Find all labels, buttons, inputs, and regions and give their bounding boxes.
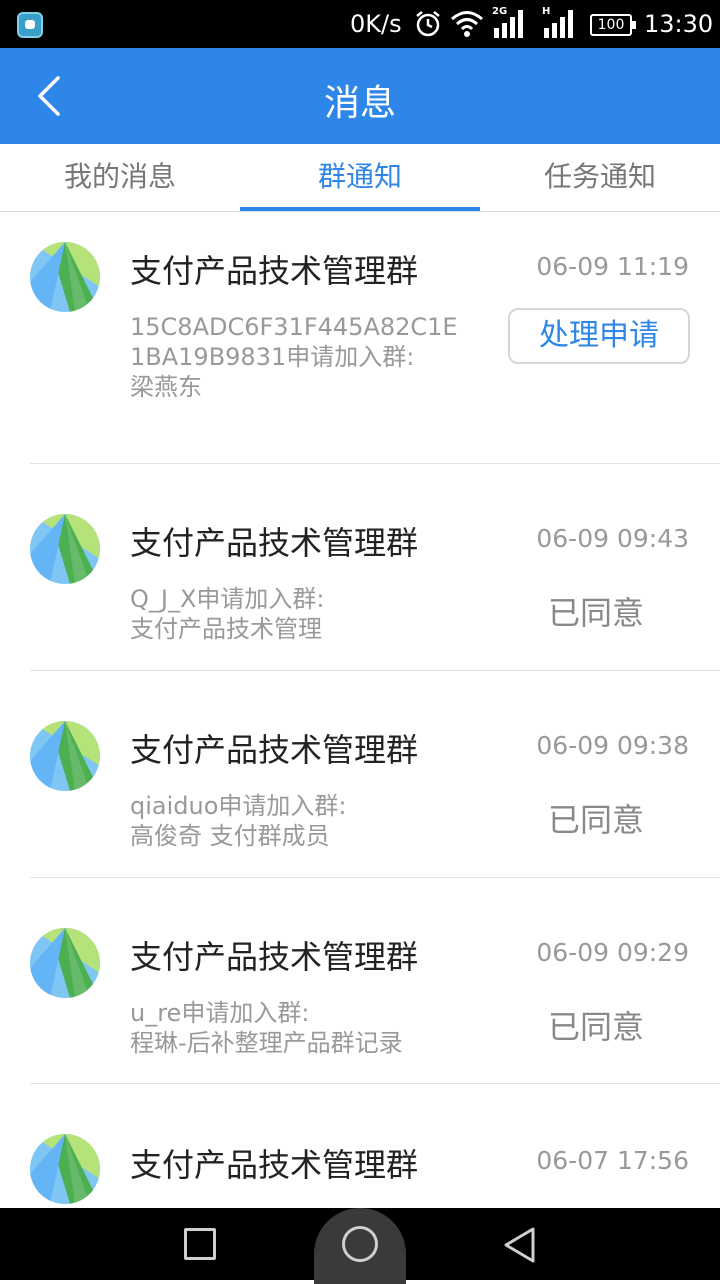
list-item[interactable]: 支付产品技术管理群 06-09 09:38 qiaiduo申请加入群: 高俊奇 …: [0, 671, 720, 878]
page-title: 消息: [323, 83, 396, 124]
notification-desc: qiaiduo申请加入群: 高俊奇 支付群成员: [130, 791, 470, 851]
desc-line-1: Q_J_X申请加入群:: [130, 585, 325, 613]
title-bar: 消息: [0, 48, 720, 144]
notification-desc: 15C8ADC6F31F445A82C1E1BA19B9831申请加入群: 梁燕…: [130, 312, 470, 402]
circle-icon[interactable]: [342, 1226, 378, 1262]
list-item[interactable]: 支付产品技术管理群 06-09 09:43 Q_J_X申请加入群: 支付产品技术…: [0, 464, 720, 671]
battery-icon: 100: [590, 14, 636, 36]
status-bar: 0K/s 2G H 100 13:30: [0, 0, 720, 48]
desc-line-1: qiaiduo申请加入群:: [130, 792, 347, 820]
tab-bar: 我的消息 群通知 任务通知: [0, 144, 720, 212]
clock: 13:30: [644, 10, 714, 38]
signal-icon-2: [544, 10, 573, 38]
tab-task-notices[interactable]: 任务通知: [480, 144, 720, 212]
group-avatar: [30, 928, 100, 998]
notification-list: 支付产品技术管理群 06-09 11:19 15C8ADC6F31F445A82…: [0, 212, 720, 1208]
group-avatar: [30, 721, 100, 791]
group-name: 支付产品技术管理群: [130, 731, 419, 769]
notification-time: 06-09 09:38: [536, 731, 689, 760]
system-nav-bar: [0, 1208, 720, 1284]
list-item[interactable]: 支付产品技术管理群 06-09 11:19 15C8ADC6F31F445A82…: [0, 212, 720, 464]
desc-line-1: 15C8ADC6F31F445A82C1E1BA19B9831申请加入群:: [130, 313, 458, 371]
notification-desc: Q_J_X申请加入群: 支付产品技术管理: [130, 584, 470, 644]
net-speed: 0K/s: [350, 10, 402, 38]
tab-my-messages[interactable]: 我的消息: [0, 144, 240, 212]
list-item[interactable]: 支付产品技术管理群 06-07 17:56: [0, 1084, 720, 1208]
status-approved: 已同意: [548, 801, 645, 839]
group-avatar: [30, 1134, 100, 1204]
group-avatar: [30, 242, 100, 312]
tab-group-notices[interactable]: 群通知: [240, 144, 480, 212]
group-name: 支付产品技术管理群: [130, 938, 419, 976]
notification-time: 06-09 11:19: [536, 252, 689, 281]
desc-line-1: u_re申请加入群:: [130, 999, 310, 1027]
notification-desc: u_re申请加入群: 程琳-后补整理产品群记录: [130, 998, 470, 1058]
process-request-button[interactable]: 处理申请: [508, 308, 690, 364]
group-name: 支付产品技术管理群: [130, 524, 419, 562]
status-approved: 已同意: [548, 594, 645, 632]
notification-time: 06-07 17:56: [536, 1146, 689, 1175]
group-name: 支付产品技术管理群: [130, 252, 419, 290]
list-item[interactable]: 支付产品技术管理群 06-09 09:29 u_re申请加入群: 程琳-后补整理…: [0, 878, 720, 1084]
group-name: 支付产品技术管理群: [130, 1146, 419, 1184]
square-icon[interactable]: [184, 1228, 216, 1260]
triangle-back-icon[interactable]: [502, 1226, 538, 1264]
group-avatar: [30, 514, 100, 584]
wifi-icon: [451, 11, 483, 37]
desc-line-2: 程琳-后补整理产品群记录: [130, 1029, 403, 1057]
notification-time: 06-09 09:43: [536, 524, 689, 553]
desc-line-2: 高俊奇 支付群成员: [130, 822, 330, 850]
desc-line-2: 支付产品技术管理: [130, 615, 322, 643]
alarm-icon: [416, 11, 440, 37]
notification-time: 06-09 09:29: [536, 938, 689, 967]
desc-line-2: 梁燕东: [130, 373, 202, 401]
status-approved: 已同意: [548, 1008, 645, 1046]
signal-icon-1: [494, 10, 523, 38]
active-tab-indicator: [240, 207, 480, 211]
app-notification-icon: [17, 12, 43, 38]
